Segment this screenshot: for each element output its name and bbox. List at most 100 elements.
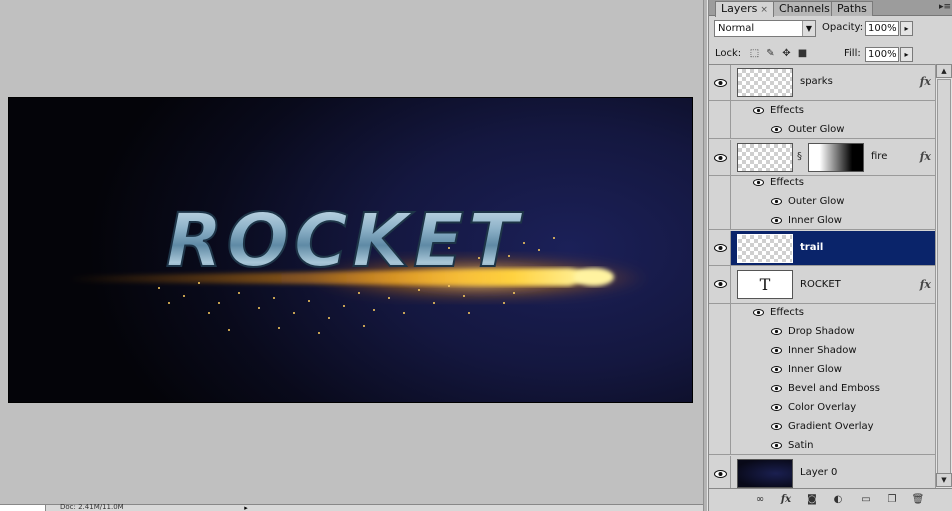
tab-layers[interactable]: Layers × bbox=[715, 1, 774, 17]
layer-thumbnail bbox=[737, 459, 793, 488]
fx-icon[interactable]: fx bbox=[920, 278, 931, 291]
tab-paths-label: Paths bbox=[837, 2, 867, 15]
layer-name: Layer 0 bbox=[800, 467, 838, 478]
new-layer-icon[interactable]: ❐ bbox=[885, 493, 899, 507]
chain-link-icon[interactable]: § bbox=[797, 151, 802, 162]
effects-group-row[interactable]: Effects bbox=[709, 303, 935, 322]
eye-icon[interactable] bbox=[714, 244, 727, 252]
trash-icon[interactable]: 🗑 bbox=[911, 493, 925, 507]
eye-icon[interactable] bbox=[753, 309, 764, 316]
fill-slider-arrow-icon[interactable]: ▸ bbox=[900, 47, 913, 62]
effects-label: Effects bbox=[770, 105, 804, 116]
effect-label: Inner Glow bbox=[788, 215, 842, 226]
lock-pixels-icon[interactable]: ✎ bbox=[765, 48, 776, 59]
layers-list: sparks fx Effects Outer Glow § fire fx E… bbox=[709, 64, 952, 488]
flame-head bbox=[574, 268, 614, 286]
text-layer-thumbnail: T bbox=[737, 270, 793, 299]
tab-paths[interactable]: Paths bbox=[831, 1, 873, 16]
effect-row[interactable]: Inner Shadow bbox=[709, 341, 935, 360]
status-bar: Doc: 2.41M/11.0M ▸ bbox=[0, 503, 703, 511]
fx-style-icon[interactable]: fx bbox=[779, 493, 793, 507]
effect-label: Outer Glow bbox=[788, 124, 845, 135]
effect-row[interactable]: Gradient Overlay bbox=[709, 417, 935, 436]
layers-scrollbar[interactable]: ▲ ▼ bbox=[935, 64, 952, 488]
eye-icon[interactable] bbox=[771, 198, 782, 205]
close-icon[interactable]: × bbox=[760, 5, 768, 15]
eye-icon[interactable] bbox=[771, 404, 782, 411]
scroll-up-icon[interactable]: ▲ bbox=[936, 64, 952, 78]
rocket-title-text: ROCKET bbox=[166, 198, 524, 284]
scroll-down-icon[interactable]: ▼ bbox=[936, 473, 952, 487]
effects-label: Effects bbox=[770, 177, 804, 188]
layer-row-fire[interactable]: § fire fx bbox=[709, 140, 935, 176]
effect-row[interactable]: Satin bbox=[709, 436, 935, 455]
blend-mode-select[interactable]: Normal ▼ bbox=[714, 20, 816, 37]
eye-icon[interactable] bbox=[771, 442, 782, 449]
zoom-field[interactable] bbox=[0, 505, 46, 511]
eye-icon[interactable] bbox=[714, 154, 727, 162]
effect-row[interactable]: Drop Shadow bbox=[709, 322, 935, 341]
lock-all-icon[interactable]: ■ bbox=[797, 48, 808, 59]
effect-label: Gradient Overlay bbox=[788, 421, 874, 432]
layer-name: fire bbox=[871, 151, 888, 162]
eye-icon[interactable] bbox=[771, 217, 782, 224]
fx-icon[interactable]: fx bbox=[920, 150, 931, 163]
layer-row-layer-0[interactable]: Layer 0 bbox=[709, 456, 935, 488]
layer-row-sparks[interactable]: sparks fx bbox=[709, 65, 935, 101]
panel-menu-icon[interactable]: ▸≡ bbox=[939, 3, 951, 12]
layer-name: sparks bbox=[800, 76, 833, 87]
lock-transparency-icon[interactable]: ⬚ bbox=[749, 48, 760, 59]
lock-label: Lock: bbox=[715, 48, 742, 59]
effect-label: Color Overlay bbox=[788, 402, 857, 413]
fx-icon[interactable]: fx bbox=[920, 75, 931, 88]
tab-layers-label: Layers bbox=[721, 2, 758, 15]
layer-row-trail[interactable]: trail bbox=[709, 231, 935, 266]
eye-icon[interactable] bbox=[771, 328, 782, 335]
link-layers-icon[interactable]: ∞ bbox=[753, 493, 767, 507]
layer-mask-thumbnail[interactable] bbox=[808, 143, 864, 172]
effect-label: Inner Glow bbox=[788, 364, 842, 375]
effect-row[interactable]: Inner Glow bbox=[709, 211, 935, 230]
eye-icon[interactable] bbox=[753, 179, 764, 186]
eye-icon[interactable] bbox=[753, 107, 764, 114]
effect-label: Outer Glow bbox=[788, 196, 845, 207]
eye-icon[interactable] bbox=[771, 385, 782, 392]
layer-thumbnail bbox=[737, 68, 793, 97]
blend-mode-value: Normal bbox=[718, 23, 755, 34]
effect-row[interactable]: Inner Glow bbox=[709, 360, 935, 379]
effect-row[interactable]: Outer Glow bbox=[709, 120, 935, 139]
lock-position-icon[interactable]: ✥ bbox=[781, 48, 792, 59]
mask-icon[interactable]: ◙ bbox=[805, 493, 819, 507]
effects-label: Effects bbox=[770, 307, 804, 318]
layer-row-rocket[interactable]: T ROCKET fx bbox=[709, 266, 935, 304]
tab-channels[interactable]: Channels bbox=[773, 1, 836, 16]
status-menu-arrow-icon[interactable]: ▸ bbox=[242, 505, 250, 511]
chevron-down-icon[interactable]: ▼ bbox=[802, 21, 815, 36]
eye-icon[interactable] bbox=[771, 347, 782, 354]
group-folder-icon[interactable]: ▭ bbox=[859, 493, 873, 507]
effect-label: Bevel and Emboss bbox=[788, 383, 880, 394]
fill-field[interactable]: 100% bbox=[865, 47, 899, 62]
layers-panel-footer: ∞ fx ◙ ◐ ▭ ❐ 🗑 bbox=[709, 488, 952, 511]
effect-row[interactable]: Bevel and Emboss bbox=[709, 379, 935, 398]
layers-panel: Layers × Channels Paths ▸≡ Normal ▼ Opaci… bbox=[708, 0, 952, 511]
opacity-slider-arrow-icon[interactable]: ▸ bbox=[900, 21, 913, 36]
image-canvas[interactable]: ROCKET bbox=[8, 97, 693, 403]
adjustment-icon[interactable]: ◐ bbox=[831, 493, 845, 507]
scroll-thumb[interactable] bbox=[937, 79, 951, 474]
effect-label: Inner Shadow bbox=[788, 345, 857, 356]
effects-group-row[interactable]: Effects bbox=[709, 101, 935, 120]
opacity-field[interactable]: 100% bbox=[865, 21, 899, 36]
eye-icon[interactable] bbox=[771, 366, 782, 373]
effects-group-row[interactable]: Effects bbox=[709, 173, 935, 192]
eye-icon[interactable] bbox=[714, 79, 727, 87]
opacity-label: Opacity: bbox=[822, 22, 864, 33]
document-info: Doc: 2.41M/11.0M bbox=[60, 503, 124, 511]
effect-row[interactable]: Color Overlay bbox=[709, 398, 935, 417]
eye-icon[interactable] bbox=[771, 423, 782, 430]
tab-channels-label: Channels bbox=[779, 2, 830, 15]
effect-row[interactable]: Outer Glow bbox=[709, 192, 935, 211]
eye-icon[interactable] bbox=[771, 126, 782, 133]
eye-icon[interactable] bbox=[714, 470, 727, 478]
eye-icon[interactable] bbox=[714, 280, 727, 288]
